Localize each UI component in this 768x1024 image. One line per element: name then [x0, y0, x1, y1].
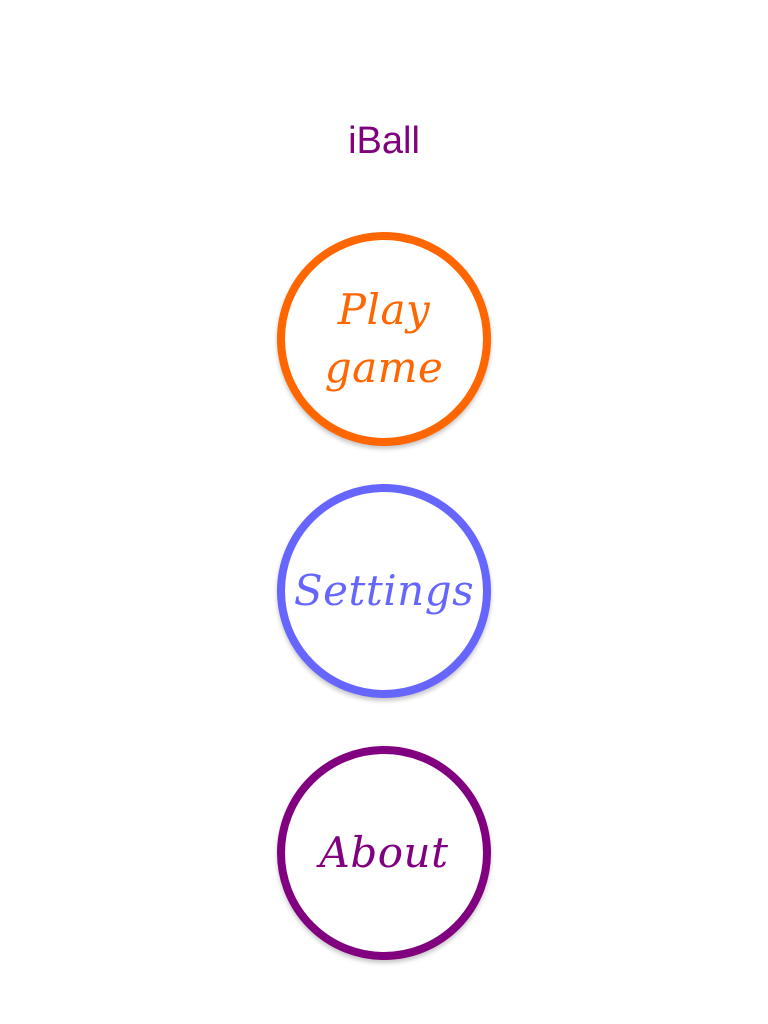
app-title: iBall	[348, 120, 420, 162]
main-menu-screen: iBall Play game Settings About	[0, 0, 768, 1024]
play-game-button[interactable]: Play game	[277, 232, 491, 446]
about-label: About	[319, 828, 449, 877]
play-game-label: Play game	[324, 285, 444, 392]
about-button[interactable]: About	[277, 746, 491, 960]
settings-button[interactable]: Settings	[277, 484, 491, 698]
settings-label: Settings	[293, 566, 475, 615]
